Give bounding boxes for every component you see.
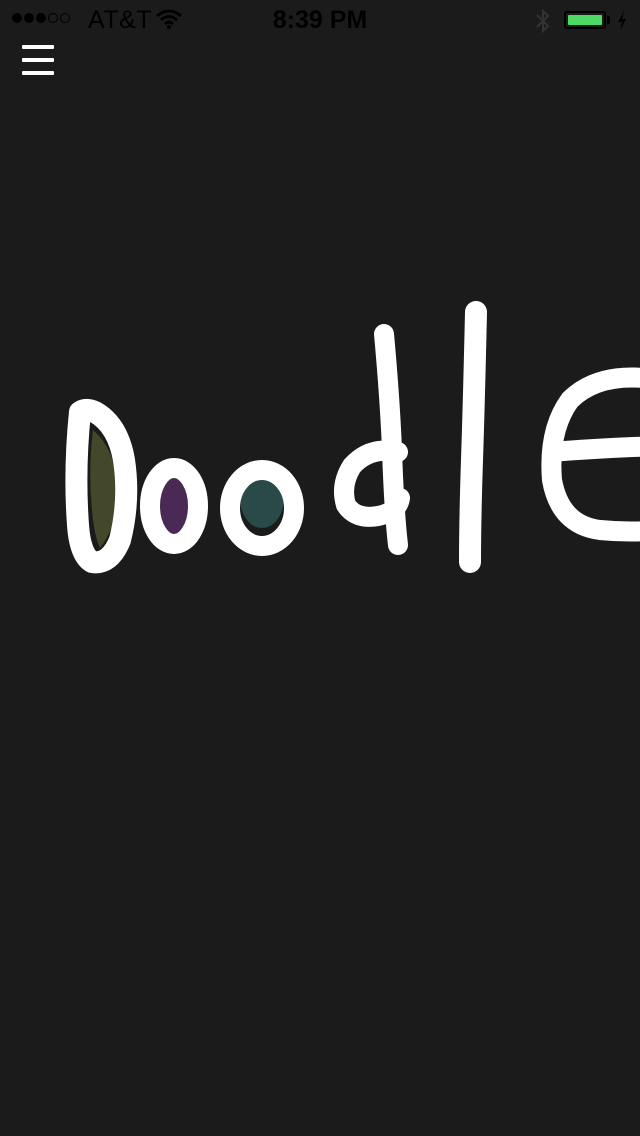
- bluetooth-icon: [536, 8, 550, 34]
- doodle-letter-e: [541, 367, 640, 542]
- menu-line: [22, 58, 54, 62]
- menu-line: [22, 71, 54, 75]
- doodle-letter-d: [65, 399, 138, 574]
- battery-tip: [607, 16, 610, 24]
- drawing-canvas[interactable]: [0, 0, 640, 1136]
- doodle-letter-l: [459, 301, 487, 573]
- battery-fill: [568, 15, 602, 25]
- status-bar: AT&T 8:39 PM: [0, 0, 640, 40]
- menu-line: [22, 45, 54, 49]
- battery-icon: [564, 11, 606, 29]
- hamburger-menu-icon[interactable]: [20, 42, 56, 78]
- charging-bolt-icon: [618, 11, 626, 31]
- doodle-letter-d-lower: [334, 324, 410, 555]
- doodle-letter-o-purple: [140, 458, 208, 554]
- doodle-letter-o-teal: [220, 460, 304, 556]
- app-screen: AT&T 8:39 PM: [0, 0, 640, 1136]
